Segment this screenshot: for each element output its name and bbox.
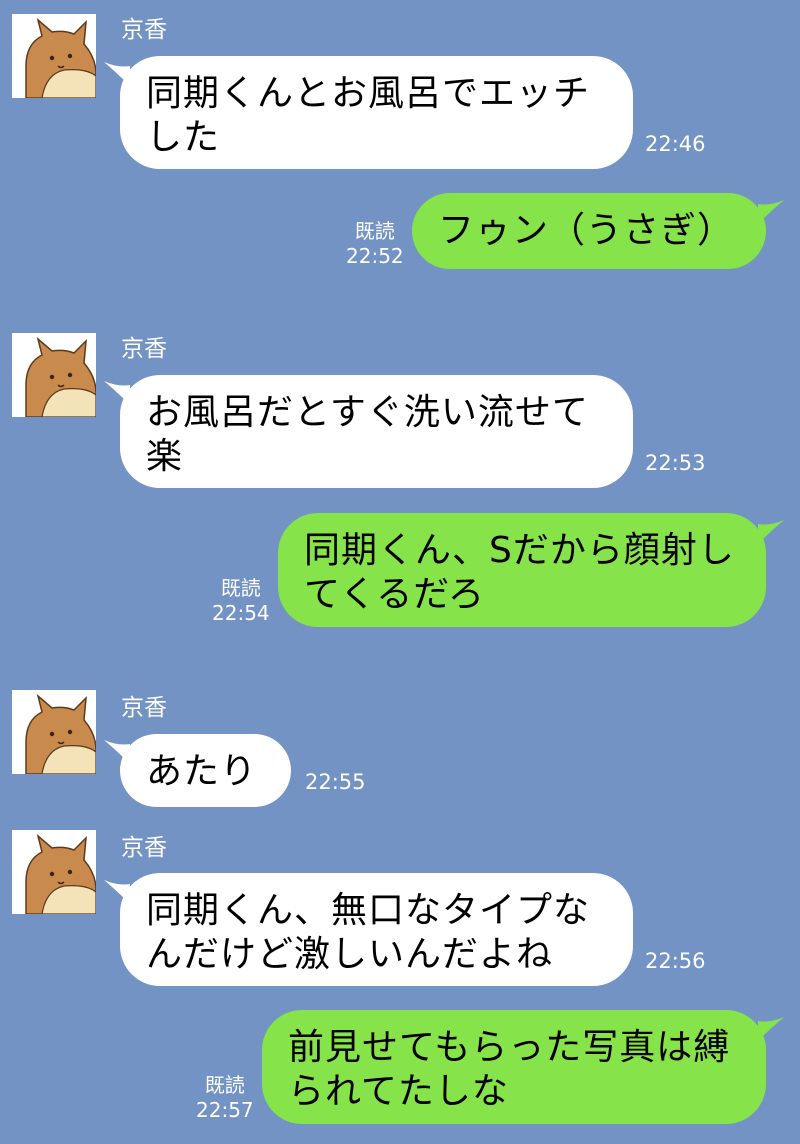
message-bubble-outgoing[interactable]: 同期くん、Sだから顔射し てくるだろ — [278, 513, 766, 627]
message-time: 22:52 — [346, 244, 404, 268]
contact-avatar[interactable] — [12, 14, 96, 98]
bubble-tail — [758, 200, 784, 224]
sender-name: 京香 — [121, 17, 167, 43]
read-receipt: 既読 22:52 — [346, 219, 404, 269]
message-time: 22:55 — [305, 770, 366, 794]
contact-avatar[interactable] — [12, 830, 96, 914]
read-label: 既読 — [204, 1073, 245, 1097]
shiba-dog-avatar-icon — [12, 690, 96, 774]
message-bubble-incoming[interactable]: 同期くん、無口なタイプな んだけど激しいんだよね — [120, 873, 633, 986]
message-bubble-outgoing[interactable]: フゥン（うさぎ） — [412, 193, 766, 269]
message-time: 22:56 — [645, 949, 706, 973]
contact-avatar[interactable] — [12, 333, 96, 417]
bubble-tail — [758, 1017, 784, 1041]
contact-avatar[interactable] — [12, 690, 96, 774]
message-bubble-incoming[interactable]: あたり — [120, 734, 291, 807]
message-time: 22:46 — [645, 132, 706, 156]
message-bubble-incoming[interactable]: お風呂だとすぐ洗い流せて 楽 — [120, 375, 633, 488]
read-receipt: 既読 22:54 — [212, 576, 270, 626]
shiba-dog-avatar-icon — [12, 830, 96, 914]
shiba-dog-avatar-icon — [12, 14, 96, 98]
read-label: 既読 — [220, 576, 261, 600]
read-receipt: 既読 22:57 — [196, 1073, 254, 1123]
message-time: 22:57 — [196, 1098, 254, 1122]
shiba-dog-avatar-icon — [12, 333, 96, 417]
message-time: 22:53 — [645, 451, 706, 475]
sender-name: 京香 — [121, 835, 167, 861]
read-label: 既読 — [354, 219, 395, 243]
sender-name: 京香 — [121, 336, 167, 362]
bubble-tail — [758, 520, 784, 544]
message-bubble-outgoing[interactable]: 前見せてもらった写真は縛 られてたしな — [262, 1010, 766, 1124]
message-time: 22:54 — [212, 601, 270, 625]
sender-name: 京香 — [121, 695, 167, 721]
message-bubble-incoming[interactable]: 同期くんとお風呂でエッチ した — [120, 56, 633, 169]
